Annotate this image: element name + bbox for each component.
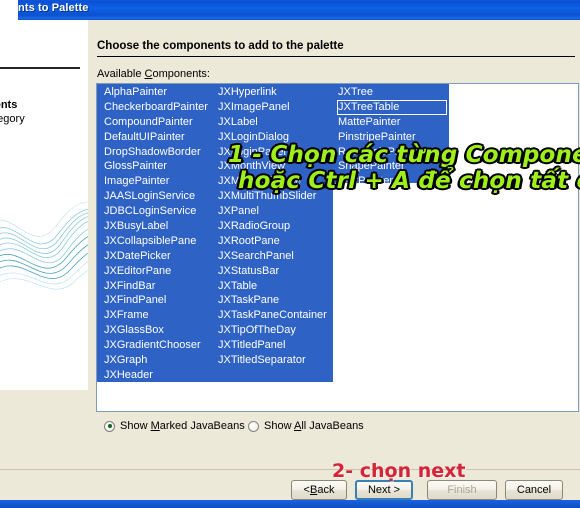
- list-item[interactable]: MattePainter: [337, 115, 447, 130]
- back-button[interactable]: < Back: [291, 480, 347, 500]
- list-item[interactable]: JXTipOfTheDay: [217, 323, 327, 338]
- wizard-step-category: ategory: [0, 113, 25, 125]
- list-item[interactable]: JXSearchPanel: [217, 249, 327, 264]
- list-item[interactable]: JXFindPanel: [103, 293, 208, 308]
- window-title-bar: nts to Palette: [0, 0, 580, 20]
- list-item[interactable]: JXStatusBar: [217, 264, 327, 279]
- wizard-steps-panel: nents ategory: [0, 20, 89, 390]
- list-item[interactable]: JXRootPane: [217, 234, 327, 249]
- list-item[interactable]: JXGradientChooser: [103, 338, 208, 353]
- radio-show-all-javabeans[interactable]: Show All JavaBeans: [248, 420, 364, 432]
- list-item[interactable]: JXFindBar: [103, 279, 208, 294]
- available-components-label: Available Components:: [97, 68, 210, 80]
- list-item[interactable]: JXFrame: [103, 308, 208, 323]
- list-item[interactable]: JXEditorPane: [103, 264, 208, 279]
- list-item[interactable]: JXImagePanel: [217, 100, 327, 115]
- window-title: nts to Palette: [18, 2, 89, 14]
- list-item[interactable]: JXDatePicker: [103, 249, 208, 264]
- next-button[interactable]: Next >: [355, 480, 413, 500]
- list-item[interactable]: JXCollapsiblePane: [103, 234, 208, 249]
- available-components-label-b: omponents:: [152, 68, 210, 80]
- list-item[interactable]: AlphaPainter: [103, 85, 208, 100]
- list-item[interactable]: JXTree: [337, 85, 447, 100]
- list-item[interactable]: JXTable: [217, 279, 327, 294]
- list-item[interactable]: JXGlassBox: [103, 323, 208, 338]
- wizard-dialog: nents ategory: [0, 20, 580, 508]
- wizard-step-components: nents: [0, 99, 18, 111]
- window-bottom-edge: [0, 500, 580, 508]
- radio-all-label: Show All JavaBeans: [264, 420, 364, 432]
- list-column-2: JXHyperlink JXImagePanel JXLabel JXLoginDia…: [217, 85, 327, 368]
- title-bar-left-clip: [0, 0, 18, 20]
- list-item[interactable]: CompoundPainter: [103, 115, 208, 130]
- list-item[interactable]: JXLabel: [217, 115, 327, 130]
- annotation-step-1-line-2: hoặc Ctrl + A để chọn tất cả: [238, 168, 580, 194]
- list-item[interactable]: JXTreeTable: [337, 99, 447, 115]
- radio-marked-label: Show Marked JavaBeans: [120, 420, 245, 432]
- list-item[interactable]: JXTaskPaneContainer: [217, 308, 327, 323]
- list-item[interactable]: JXHyperlink: [217, 85, 327, 100]
- radio-marked-knob-icon: [104, 420, 115, 432]
- list-item[interactable]: JXRadioGroup: [217, 219, 327, 234]
- list-item[interactable]: JXTitledSeparator: [217, 353, 327, 368]
- wizard-content-pane: Choose the components to add to the pale…: [88, 20, 580, 412]
- decorative-wave-graphic: [0, 201, 88, 290]
- list-item[interactable]: DefaultUIPainter: [103, 130, 208, 145]
- button-bar-divider: [0, 469, 580, 470]
- finish-button: Finish: [427, 480, 497, 500]
- list-item[interactable]: DropShadowBorder: [103, 145, 208, 160]
- page-title-rule: [97, 56, 575, 57]
- radio-all-knob-icon: [248, 420, 259, 432]
- list-item[interactable]: JXBusyLabel: [103, 219, 208, 234]
- screenshot-root: nts to Palette nents ategory: [0, 0, 580, 508]
- list-item[interactable]: ImagePainter: [103, 174, 208, 189]
- list-item[interactable]: JXHeader: [103, 368, 208, 383]
- list-item[interactable]: JXPanel: [217, 204, 327, 219]
- list-item[interactable]: JXGraph: [103, 353, 208, 368]
- list-item[interactable]: JXTitledPanel: [217, 338, 327, 353]
- cancel-button[interactable]: Cancel: [505, 480, 563, 500]
- list-item[interactable]: GlossPainter: [103, 159, 208, 174]
- list-item[interactable]: CheckerboardPainter: [103, 100, 208, 115]
- wizard-steps-divider: [0, 67, 80, 69]
- available-components-list[interactable]: AlphaPainter CheckerboardPainter CompoundP…: [96, 83, 579, 412]
- annotation-step-2: 2- chọn next: [332, 460, 466, 482]
- list-item[interactable]: JAASLoginService: [103, 189, 208, 204]
- available-components-label-a: Available: [97, 68, 145, 80]
- list-item[interactable]: JDBCLoginService: [103, 204, 208, 219]
- page-title: Choose the components to add to the pale…: [97, 40, 344, 52]
- radio-show-marked-javabeans[interactable]: Show Marked JavaBeans: [104, 420, 245, 432]
- list-item[interactable]: JXTaskPane: [217, 293, 327, 308]
- list-column-1: AlphaPainter CheckerboardPainter CompoundP…: [103, 85, 208, 383]
- annotation-step-1-line-1: 1 - Chọn các từng Component: [228, 142, 580, 168]
